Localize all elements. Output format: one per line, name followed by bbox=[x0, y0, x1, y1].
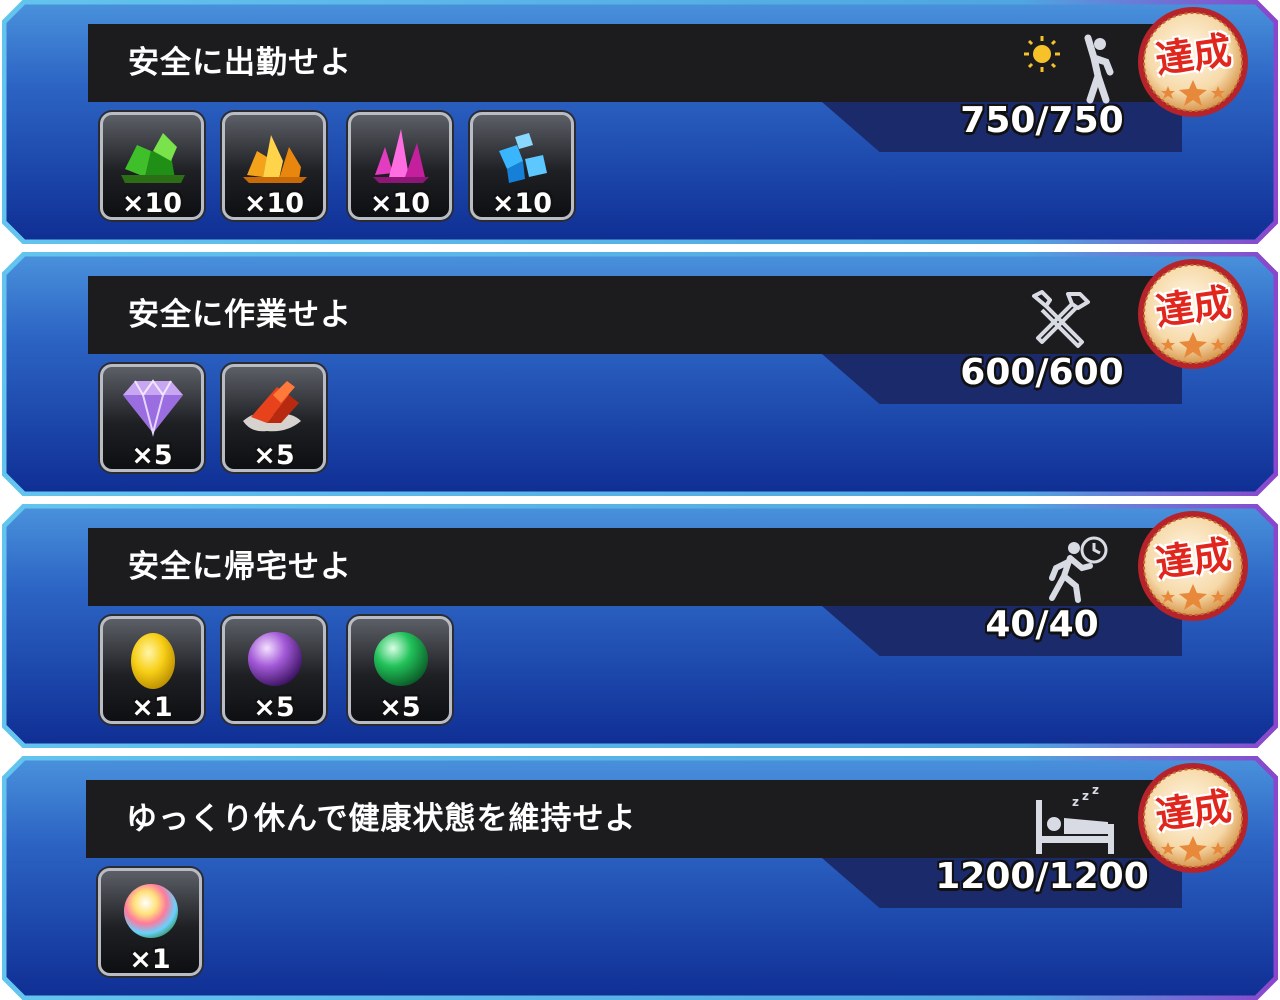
rainbow-orb-icon bbox=[124, 884, 178, 938]
mission-title: 安全に帰宅せよ bbox=[128, 549, 352, 585]
blue-crystal-icon bbox=[499, 133, 547, 183]
achieved-badge: 達成 bbox=[1135, 4, 1251, 120]
mission-title-bar: ゆっくり休んで健康状態を維持せよ bbox=[86, 780, 1186, 858]
reward-slot[interactable]: ×5 bbox=[348, 616, 452, 724]
mission-title: ゆっくり休んで健康状態を維持せよ bbox=[126, 801, 637, 837]
walking-clock-icon bbox=[1049, 536, 1108, 603]
reward-slot[interactable]: ×10 bbox=[100, 112, 204, 220]
svg-text:z: z bbox=[1092, 786, 1099, 797]
reward-slot[interactable]: ×10 bbox=[348, 112, 452, 220]
mission-card-1[interactable]: 安全に出勤せよ 750/750 達成 ×10 ×10 ×10 ×10 bbox=[2, 0, 1278, 244]
reward-slot[interactable]: ×5 bbox=[222, 616, 326, 724]
achieved-badge: 達成 bbox=[1135, 256, 1251, 372]
reward-slot[interactable]: ×10 bbox=[222, 112, 326, 220]
reward-quantity: ×10 bbox=[121, 188, 183, 219]
green-orb-icon bbox=[374, 632, 428, 686]
sleeping-bed-icon: z z z bbox=[1036, 786, 1114, 854]
reward-quantity: ×5 bbox=[131, 440, 173, 471]
commute-sun-icon bbox=[1024, 34, 1114, 104]
mission-title: 安全に出勤せよ bbox=[128, 45, 352, 81]
diamond-icon bbox=[123, 379, 183, 437]
yellow-crystal-icon bbox=[243, 135, 307, 183]
reward-quantity: ×1 bbox=[129, 944, 171, 975]
reward-quantity: ×5 bbox=[379, 692, 421, 723]
reward-quantity: ×10 bbox=[491, 188, 553, 219]
reward-quantity: ×5 bbox=[253, 440, 295, 471]
red-crystal-ore-icon bbox=[243, 381, 301, 432]
reward-slot[interactable]: ×5 bbox=[100, 364, 204, 472]
reward-quantity: ×1 bbox=[131, 692, 173, 723]
achieved-badge: 達成 bbox=[1135, 508, 1251, 624]
achieved-badge: 達成 bbox=[1135, 760, 1251, 876]
golden-egg-icon bbox=[131, 633, 175, 689]
mission-card-4[interactable]: ゆっくり休んで健康状態を維持せよ 1200/1200 z z z 達成 ×1 bbox=[2, 756, 1278, 1000]
mission-title: 安全に作業せよ bbox=[128, 297, 352, 333]
reward-slot[interactable]: ×1 bbox=[100, 616, 204, 724]
reward-quantity: ×5 bbox=[253, 692, 295, 723]
reward-slot[interactable]: ×10 bbox=[470, 112, 574, 220]
reward-quantity: ×10 bbox=[369, 188, 431, 219]
mission-card-3[interactable]: 安全に帰宅せよ 40/40 達成 ×1 ×5 ×5 bbox=[2, 504, 1278, 748]
reward-slot[interactable]: ×5 bbox=[222, 364, 326, 472]
reward-slot[interactable]: ×1 bbox=[98, 868, 202, 976]
pink-crystal-icon bbox=[373, 129, 429, 183]
svg-text:z: z bbox=[1072, 795, 1079, 809]
green-crystal-icon bbox=[121, 133, 185, 183]
tools-icon bbox=[1032, 290, 1090, 348]
purple-orb-icon bbox=[248, 632, 302, 686]
reward-quantity: ×10 bbox=[243, 188, 305, 219]
mission-title-bar: 安全に作業せよ bbox=[88, 276, 1188, 354]
mission-title-bar: 安全に帰宅せよ bbox=[88, 528, 1188, 606]
svg-text:z: z bbox=[1082, 789, 1089, 803]
mission-card-2[interactable]: 安全に作業せよ 600/600 達成 ×5 ×5 bbox=[2, 252, 1278, 496]
